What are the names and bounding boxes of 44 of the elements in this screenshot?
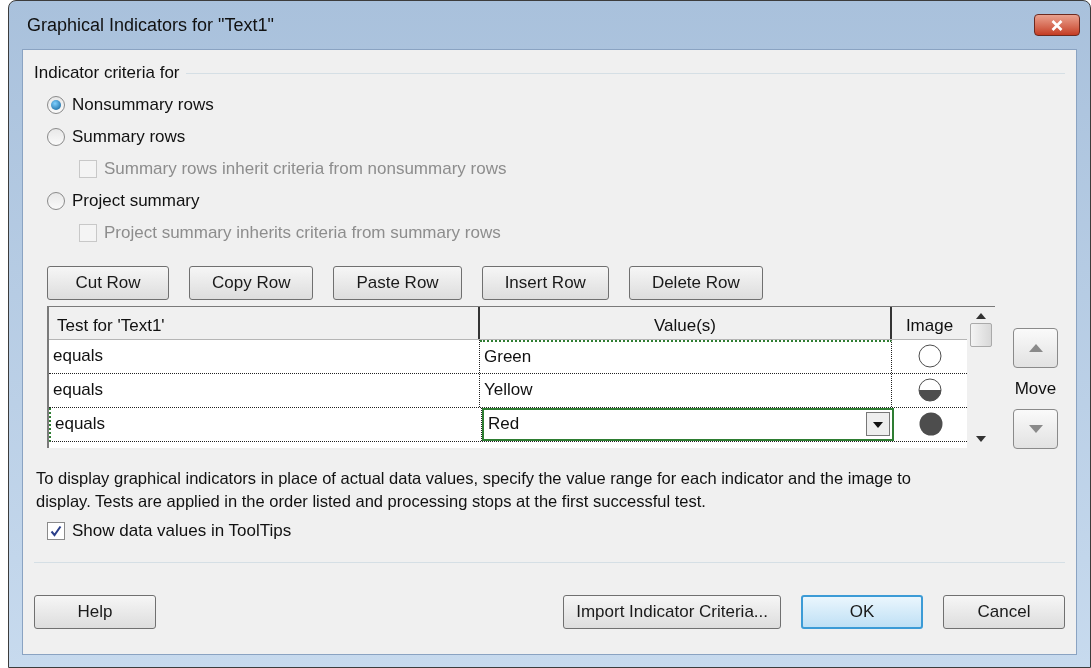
radio-button[interactable] xyxy=(47,127,65,146)
radio-label: Summary rows xyxy=(72,125,186,148)
dialog-button[interactable]: OK xyxy=(801,594,923,629)
value-dropdown[interactable]: Red xyxy=(482,407,894,441)
table-cell[interactable]: Green xyxy=(480,339,892,373)
row-button[interactable]: Copy Row xyxy=(189,265,314,300)
dialog-button[interactable]: Help xyxy=(34,594,156,629)
column-header: Value(s) xyxy=(480,306,892,339)
column-header: Test for 'Text1' xyxy=(49,306,480,339)
down-triangle-icon xyxy=(1028,425,1043,433)
table-cell[interactable]: equals xyxy=(49,373,480,407)
scroll-up-arrow-icon[interactable] xyxy=(976,312,986,319)
radio-label: Nonsummary rows xyxy=(72,93,214,116)
move-label: Move xyxy=(1014,377,1057,400)
table-cell[interactable]: equals xyxy=(51,407,482,441)
checkbox-label: Summary rows inherit criteria from nonsummary rows xyxy=(104,157,507,180)
empty-circle-icon xyxy=(917,344,942,368)
half-filled-circle-icon xyxy=(917,378,942,402)
checkbox-label: Show data values in ToolTips xyxy=(72,520,292,542)
checkbox-label: Project summary inherits criteria from summary rows xyxy=(104,221,501,244)
filled-circle-icon xyxy=(918,412,943,436)
close-button[interactable] xyxy=(1034,14,1080,36)
close-icon xyxy=(1051,19,1063,31)
up-triangle-icon xyxy=(1028,343,1043,352)
scroll-thumb[interactable] xyxy=(970,322,992,347)
row-button[interactable]: Insert Row xyxy=(481,265,609,300)
table-cell[interactable]: equals xyxy=(49,339,480,373)
dialog-button[interactable]: Cancel xyxy=(943,594,1065,629)
move-down-button[interactable] xyxy=(1013,409,1058,449)
radio-button[interactable] xyxy=(47,95,65,114)
column-header: Image xyxy=(904,314,955,337)
radio-button[interactable] xyxy=(47,191,65,210)
scroll-down-arrow-icon[interactable] xyxy=(976,435,986,442)
radio-label: Project summary xyxy=(72,189,200,212)
window-title: Graphical Indicators for "Text1" xyxy=(27,13,274,37)
description-text: To display graphical indicators in place of actual data values, specify the value range for each indicator and the image to display. Tests are applied in the order listed and processing stops at the first successful test. xyxy=(35,468,913,512)
row-button[interactable]: Cut Row xyxy=(47,265,169,300)
group-label: Indicator criteria for xyxy=(34,62,180,84)
move-up-button[interactable] xyxy=(1013,327,1058,368)
checkbox[interactable] xyxy=(47,521,65,540)
table-cell[interactable]: Yellow xyxy=(480,373,892,407)
row-button[interactable]: Paste Row xyxy=(333,265,462,300)
dialog-button[interactable]: Import Indicator Criteria... xyxy=(563,594,781,629)
row-button[interactable]: Delete Row xyxy=(628,265,763,300)
